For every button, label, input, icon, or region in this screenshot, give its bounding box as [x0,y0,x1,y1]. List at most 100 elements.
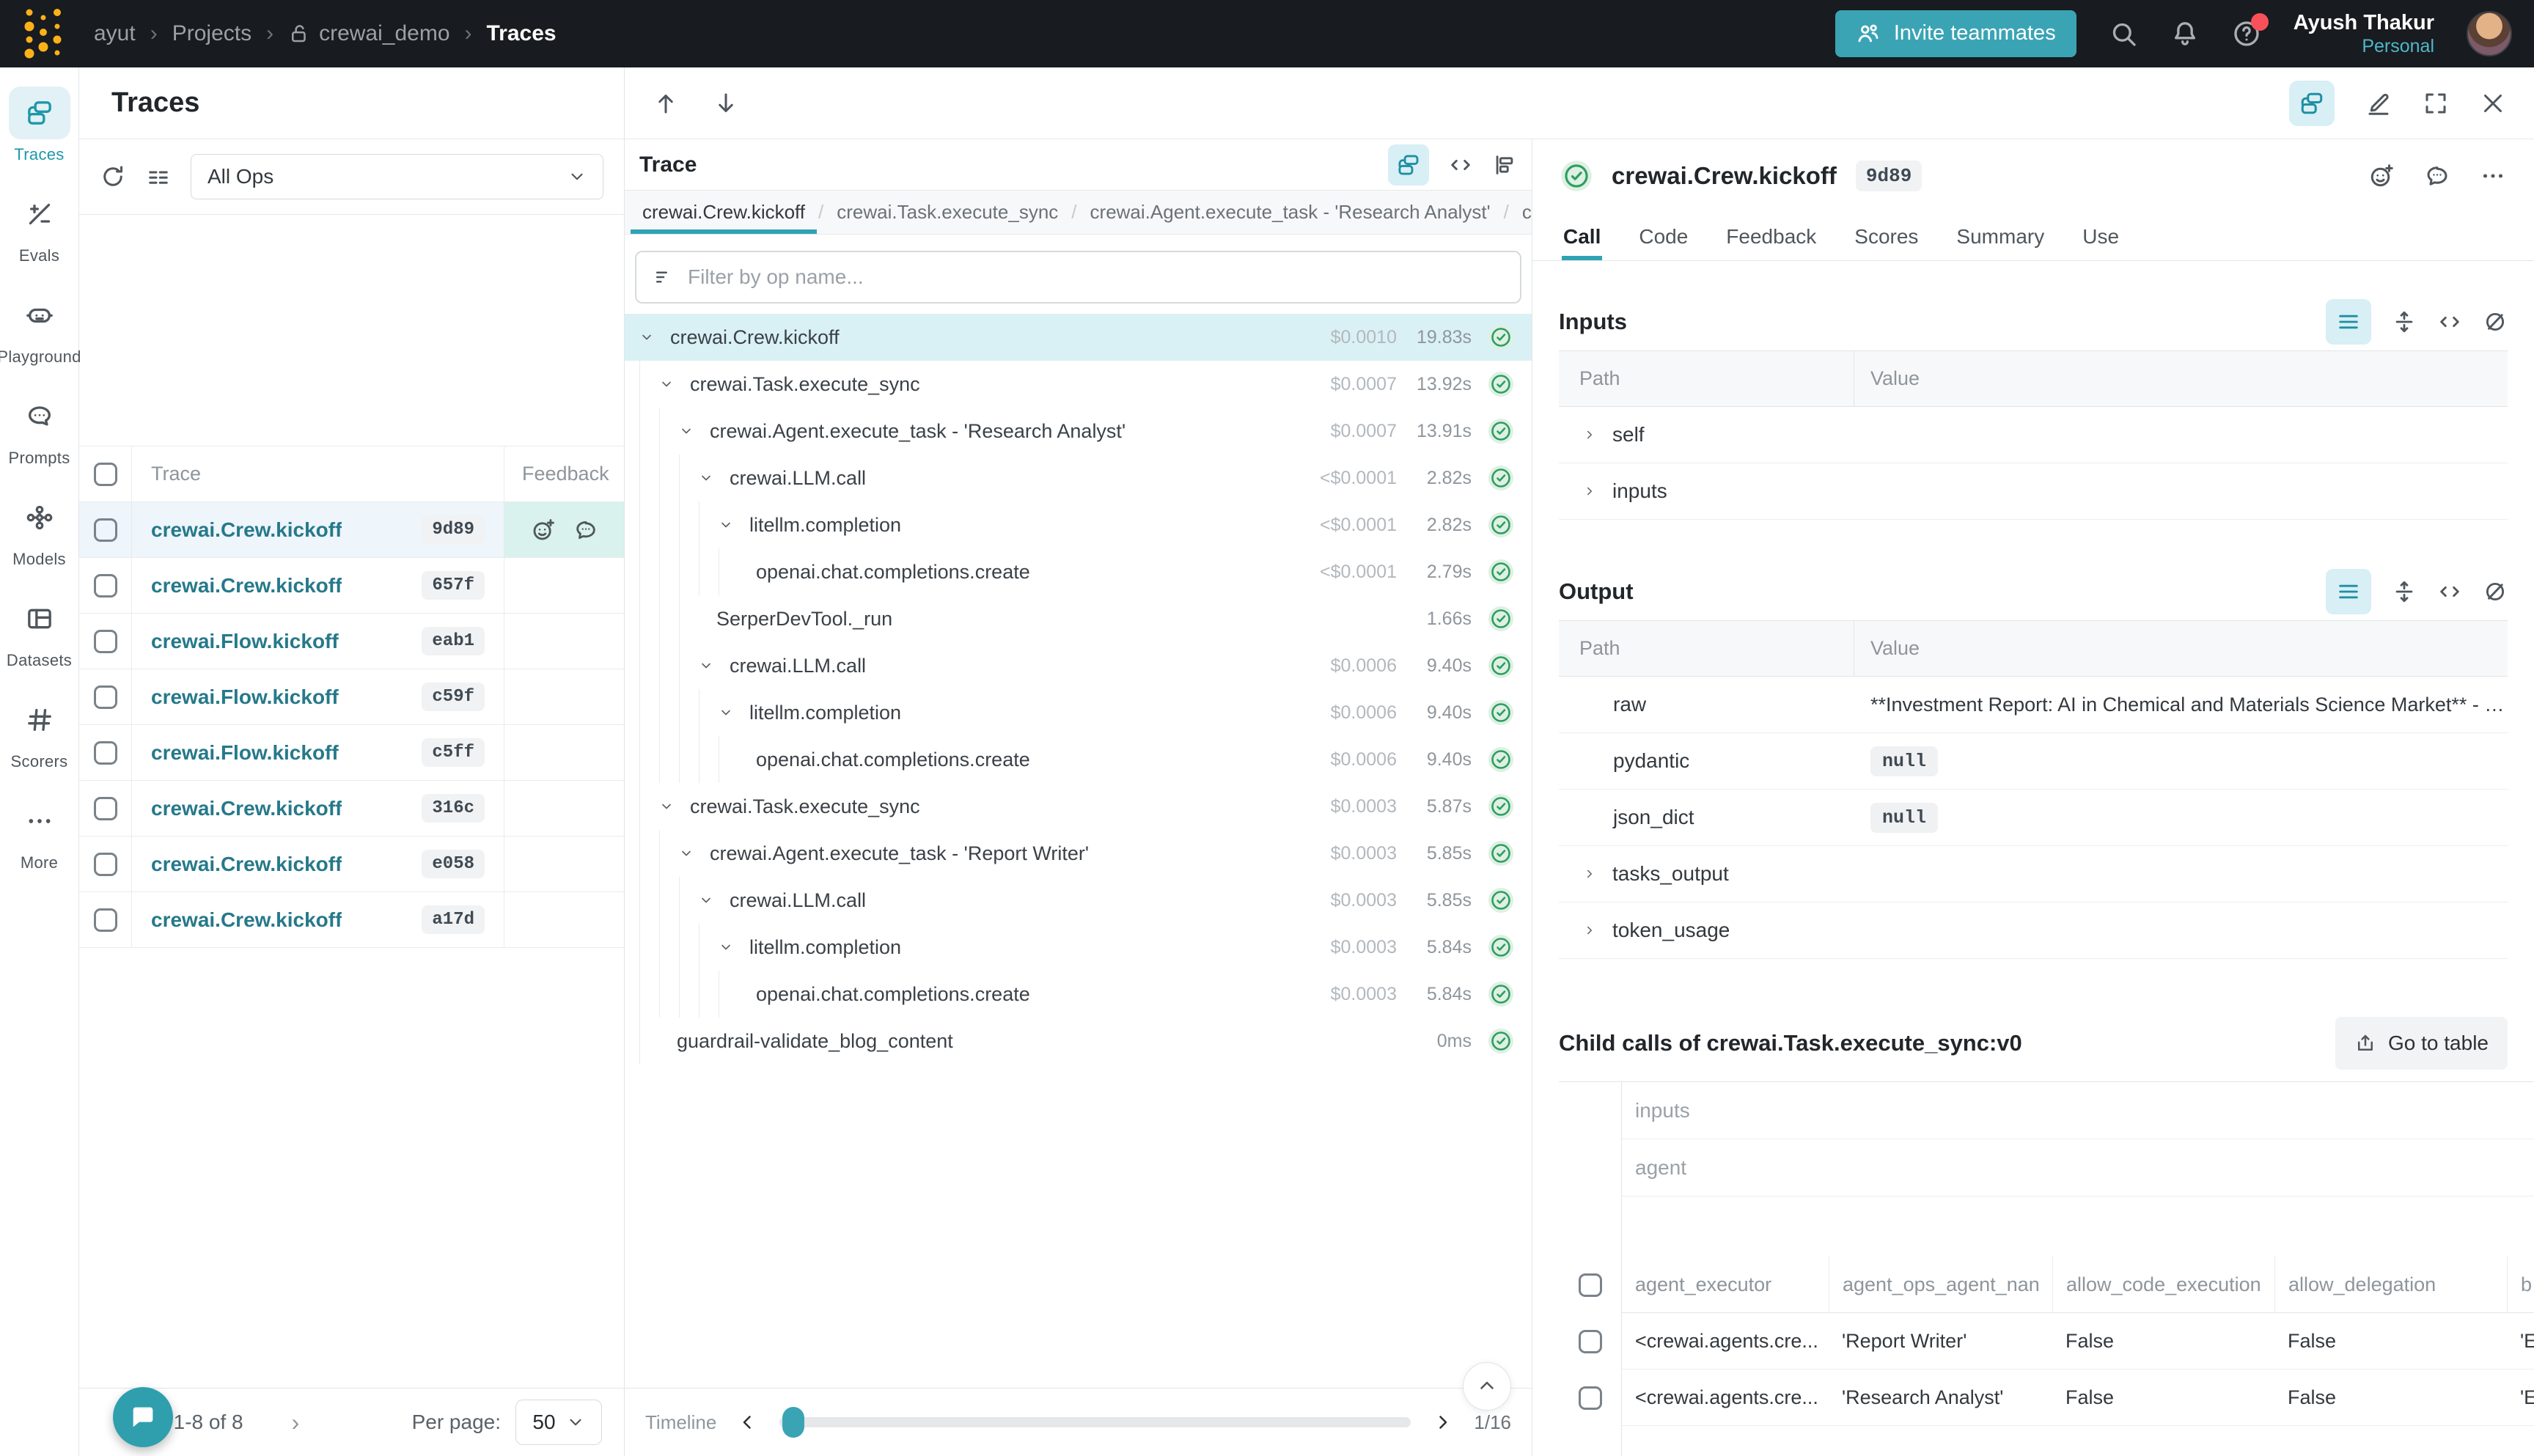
span-tree-row[interactable]: crewai.Agent.execute_task - 'Report Writ… [625,830,1532,877]
next-page-button[interactable]: › [292,1409,300,1436]
trace-view-toggle[interactable] [2289,81,2335,126]
row-checkbox[interactable] [94,518,117,542]
row-checkbox[interactable] [1579,1386,1602,1410]
trace-id-badge[interactable]: 316c [422,794,485,823]
span-tree-row[interactable]: openai.chat.completions.create$0.00035.8… [625,971,1532,1018]
property-row[interactable]: raw**Investment Report: AI in Chemical a… [1559,677,2508,733]
row-checkbox[interactable] [94,741,117,765]
timeline-prev-icon[interactable] [737,1411,759,1433]
property-row[interactable]: json_dictnull [1559,790,2508,846]
property-row[interactable]: self [1559,407,2508,463]
span-tree-row[interactable]: litellm.completion<$0.00012.82s [625,501,1532,548]
tab-summary[interactable]: Summary [1955,213,2046,260]
span-tree-row[interactable]: crewai.LLM.call$0.00069.40s [625,642,1532,689]
chevron-down-icon[interactable] [719,518,741,532]
chevron-right-icon[interactable] [1583,924,1596,937]
close-icon[interactable] [2480,90,2506,117]
property-row[interactable]: tasks_output [1559,846,2508,902]
table-row[interactable]: crewai.Crew.kickoff e058 [79,837,624,892]
go-to-table-button[interactable]: Go to table [2335,1017,2508,1070]
trace-link[interactable]: crewai.Flow.kickoff [151,630,339,653]
row-checkbox[interactable] [94,630,117,653]
refresh-button[interactable] [100,163,126,190]
trace-id-badge[interactable]: e058 [422,850,485,878]
timeline-slider[interactable] [779,1417,1411,1427]
tab-scores[interactable]: Scores [1853,213,1920,260]
prev-call-button[interactable] [653,90,679,117]
per-page-select[interactable]: 50 [515,1400,602,1445]
row-settings-icon[interactable] [145,163,172,190]
trace-id-badge[interactable]: a17d [422,905,485,934]
table-row[interactable]: crewai.Crew.kickoff a17d [79,892,624,948]
trace-link[interactable]: crewai.Flow.kickoff [151,741,339,765]
row-checkbox[interactable] [1579,1330,1602,1353]
table-row[interactable]: crewai.Flow.kickoffc5ff [79,725,624,781]
trace-link[interactable]: crewai.Crew.kickoff [151,908,342,932]
table-row[interactable]: <crewai.agents.cre...'Report Writer'Fals… [1559,1313,2534,1369]
trace-path-tab[interactable]: crewai.Task.execute_sync [825,191,1070,234]
user-menu[interactable]: Ayush Thakur Personal [2294,10,2434,58]
span-tree-row[interactable]: crewai.Agent.execute_task - 'Research An… [625,408,1532,455]
code-view-icon[interactable] [2437,309,2462,334]
chevron-down-icon[interactable] [719,705,741,720]
chevron-down-icon[interactable] [659,799,681,814]
flame-graph-icon[interactable] [1492,152,1517,177]
table-row[interactable]: crewai.Crew.kickoff 657f [79,558,624,614]
invite-teammates-button[interactable]: Invite teammates [1835,10,2076,57]
table-row[interactable]: crewai.Crew.kickoff9d89 [79,502,624,558]
breadcrumb-entity[interactable]: ayut [94,21,136,46]
chevron-down-icon[interactable] [639,330,661,345]
column-header[interactable]: agent_executor [1622,1257,1829,1312]
chevron-right-icon[interactable] [1583,485,1596,498]
column-header[interactable]: allow_code_execution [2052,1257,2274,1312]
chevron-down-icon[interactable] [699,658,721,673]
call-id-badge[interactable]: 9d89 [1856,161,1922,191]
span-tree-row[interactable]: litellm.completion$0.00035.84s [625,924,1532,971]
next-call-button[interactable] [713,90,739,117]
breadcrumb-project[interactable]: crewai_demo [288,21,449,46]
more-options-icon[interactable] [2480,163,2506,189]
row-checkbox[interactable] [94,908,117,932]
span-tree-row[interactable]: crewai.Task.execute_sync$0.000713.92s [625,361,1532,408]
row-checkbox[interactable] [94,574,117,598]
expand-rows-icon[interactable] [2392,579,2417,604]
tab-feedback[interactable]: Feedback [1725,213,1818,260]
sidebar-item-playground[interactable]: Playground [3,289,76,367]
trace-link[interactable]: crewai.Crew.kickoff [151,853,342,876]
span-tree-row[interactable]: guardrail-validate_blog_content0ms [625,1018,1532,1065]
chevron-down-icon[interactable] [719,940,741,955]
table-row[interactable]: crewai.Crew.kickoff316c [79,781,624,837]
trace-id-badge[interactable]: eab1 [422,627,485,655]
table-row[interactable]: crewai.Flow.kickoffc59f [79,669,624,725]
add-emoji-icon[interactable] [531,518,556,543]
chevron-down-icon[interactable] [679,846,701,861]
chevron-down-icon[interactable] [659,377,681,391]
span-tree-row[interactable]: crewai.LLM.call<$0.00012.82s [625,455,1532,501]
chevron-down-icon[interactable] [699,893,721,908]
hide-icon[interactable] [2483,309,2508,334]
code-view-icon[interactable] [1448,152,1473,177]
table-row[interactable]: crewai.Flow.kickoff eab1 [79,614,624,669]
comment-icon[interactable] [573,518,598,543]
trace-id-badge[interactable]: 657f [422,571,485,600]
avatar[interactable] [2467,11,2512,56]
fullscreen-icon[interactable] [2423,90,2449,117]
span-tree-row[interactable]: crewai.LLM.call$0.00035.85s [625,877,1532,924]
support-chat-button[interactable] [113,1387,173,1447]
sidebar-item-traces[interactable]: Traces [3,87,76,164]
trace-link[interactable]: crewai.Crew.kickoff [151,574,342,598]
property-row[interactable]: token_usage [1559,902,2508,959]
expand-rows-icon[interactable] [2392,309,2417,334]
sidebar-item-datasets[interactable]: Datasets [3,592,76,670]
select-all-checkbox[interactable] [94,463,117,486]
trace-path-tab[interactable]: crewai.Agent.execute_task - 'Research An… [1079,191,1502,234]
chevron-right-icon[interactable] [1583,428,1596,441]
row-checkbox[interactable] [94,853,117,876]
search-icon[interactable] [2109,19,2138,48]
sidebar-item-prompts[interactable]: Prompts [3,390,76,468]
trace-link[interactable]: crewai.Flow.kickoff [151,685,339,709]
breadcrumb-traces[interactable]: Traces [487,21,557,46]
add-emoji-icon[interactable] [2368,163,2395,189]
scroll-top-button[interactable] [1463,1362,1511,1411]
tree-view-icon[interactable] [1388,144,1429,185]
